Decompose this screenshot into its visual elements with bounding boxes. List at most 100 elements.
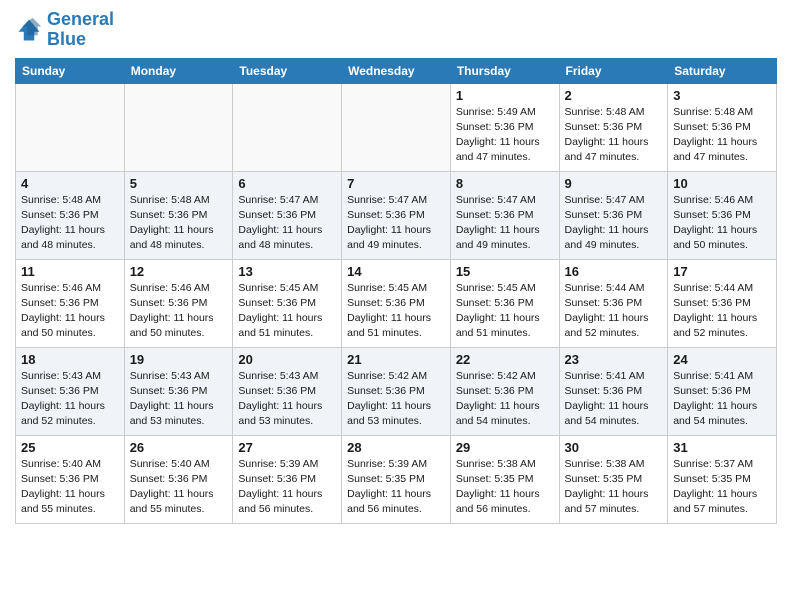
- calendar-week-2: 4 Sunrise: 5:48 AM Sunset: 5:36 PM Daylig…: [16, 171, 777, 259]
- calendar-cell: [124, 83, 233, 171]
- weekday-header-saturday: Saturday: [668, 58, 777, 83]
- day-number: 27: [238, 440, 336, 455]
- calendar-cell: 31 Sunrise: 5:37 AM Sunset: 5:35 PM Dayli…: [668, 435, 777, 523]
- logo: General Blue: [15, 10, 114, 50]
- day-info: Sunrise: 5:45 AM Sunset: 5:36 PM Dayligh…: [347, 281, 445, 342]
- day-number: 11: [21, 264, 119, 279]
- weekday-header-row: SundayMondayTuesdayWednesdayThursdayFrid…: [16, 58, 777, 83]
- day-number: 4: [21, 176, 119, 191]
- weekday-header-monday: Monday: [124, 58, 233, 83]
- calendar-week-5: 25 Sunrise: 5:40 AM Sunset: 5:36 PM Dayli…: [16, 435, 777, 523]
- calendar-cell: [342, 83, 451, 171]
- day-number: 1: [456, 88, 554, 103]
- day-number: 18: [21, 352, 119, 367]
- logo-text: General Blue: [47, 10, 114, 50]
- day-info: Sunrise: 5:48 AM Sunset: 5:36 PM Dayligh…: [565, 105, 663, 166]
- day-info: Sunrise: 5:46 AM Sunset: 5:36 PM Dayligh…: [21, 281, 119, 342]
- day-info: Sunrise: 5:47 AM Sunset: 5:36 PM Dayligh…: [565, 193, 663, 254]
- calendar-cell: 16 Sunrise: 5:44 AM Sunset: 5:36 PM Dayli…: [559, 259, 668, 347]
- day-info: Sunrise: 5:41 AM Sunset: 5:36 PM Dayligh…: [565, 369, 663, 430]
- weekday-header-sunday: Sunday: [16, 58, 125, 83]
- calendar-cell: 25 Sunrise: 5:40 AM Sunset: 5:36 PM Dayli…: [16, 435, 125, 523]
- calendar-cell: 1Sunrise: 5:49 AM Sunset: 5:36 PM Daylig…: [450, 83, 559, 171]
- calendar-cell: 15 Sunrise: 5:45 AM Sunset: 5:36 PM Dayli…: [450, 259, 559, 347]
- day-number: 24: [673, 352, 771, 367]
- day-info: Sunrise: 5:44 AM Sunset: 5:36 PM Dayligh…: [673, 281, 771, 342]
- weekday-header-friday: Friday: [559, 58, 668, 83]
- day-number: 20: [238, 352, 336, 367]
- day-number: 13: [238, 264, 336, 279]
- calendar-cell: 10Sunrise: 5:46 AM Sunset: 5:36 PM Dayli…: [668, 171, 777, 259]
- page-header: General Blue: [15, 10, 777, 50]
- day-number: 5: [130, 176, 228, 191]
- calendar-cell: 29 Sunrise: 5:38 AM Sunset: 5:35 PM Dayli…: [450, 435, 559, 523]
- day-number: 26: [130, 440, 228, 455]
- calendar-cell: 24Sunrise: 5:41 AM Sunset: 5:36 PM Dayli…: [668, 347, 777, 435]
- calendar-cell: 12 Sunrise: 5:46 AM Sunset: 5:36 PM Dayli…: [124, 259, 233, 347]
- day-number: 30: [565, 440, 663, 455]
- calendar-cell: 4 Sunrise: 5:48 AM Sunset: 5:36 PM Daylig…: [16, 171, 125, 259]
- day-number: 2: [565, 88, 663, 103]
- calendar-week-1: 1Sunrise: 5:49 AM Sunset: 5:36 PM Daylig…: [16, 83, 777, 171]
- day-number: 14: [347, 264, 445, 279]
- day-number: 9: [565, 176, 663, 191]
- day-number: 23: [565, 352, 663, 367]
- day-info: Sunrise: 5:47 AM Sunset: 5:36 PM Dayligh…: [238, 193, 336, 254]
- calendar-cell: 19 Sunrise: 5:43 AM Sunset: 5:36 PM Dayli…: [124, 347, 233, 435]
- day-info: Sunrise: 5:44 AM Sunset: 5:36 PM Dayligh…: [565, 281, 663, 342]
- day-info: Sunrise: 5:39 AM Sunset: 5:36 PM Dayligh…: [238, 457, 336, 518]
- day-info: Sunrise: 5:47 AM Sunset: 5:36 PM Dayligh…: [456, 193, 554, 254]
- day-number: 16: [565, 264, 663, 279]
- day-number: 3: [673, 88, 771, 103]
- logo-icon: [15, 16, 43, 44]
- day-number: 21: [347, 352, 445, 367]
- day-info: Sunrise: 5:46 AM Sunset: 5:36 PM Dayligh…: [673, 193, 771, 254]
- calendar-cell: 3Sunrise: 5:48 AM Sunset: 5:36 PM Daylig…: [668, 83, 777, 171]
- calendar-cell: 8 Sunrise: 5:47 AM Sunset: 5:36 PM Daylig…: [450, 171, 559, 259]
- calendar-cell: 17Sunrise: 5:44 AM Sunset: 5:36 PM Dayli…: [668, 259, 777, 347]
- calendar-cell: 23 Sunrise: 5:41 AM Sunset: 5:36 PM Dayli…: [559, 347, 668, 435]
- day-info: Sunrise: 5:48 AM Sunset: 5:36 PM Dayligh…: [21, 193, 119, 254]
- day-info: Sunrise: 5:38 AM Sunset: 5:35 PM Dayligh…: [565, 457, 663, 518]
- day-number: 28: [347, 440, 445, 455]
- calendar-cell: 28 Sunrise: 5:39 AM Sunset: 5:35 PM Dayli…: [342, 435, 451, 523]
- day-info: Sunrise: 5:42 AM Sunset: 5:36 PM Dayligh…: [347, 369, 445, 430]
- calendar-cell: 2 Sunrise: 5:48 AM Sunset: 5:36 PM Daylig…: [559, 83, 668, 171]
- day-info: Sunrise: 5:45 AM Sunset: 5:36 PM Dayligh…: [238, 281, 336, 342]
- weekday-header-wednesday: Wednesday: [342, 58, 451, 83]
- calendar-cell: [233, 83, 342, 171]
- calendar-cell: 5 Sunrise: 5:48 AM Sunset: 5:36 PM Daylig…: [124, 171, 233, 259]
- weekday-header-tuesday: Tuesday: [233, 58, 342, 83]
- calendar-cell: 14 Sunrise: 5:45 AM Sunset: 5:36 PM Dayli…: [342, 259, 451, 347]
- day-number: 25: [21, 440, 119, 455]
- calendar-cell: 21 Sunrise: 5:42 AM Sunset: 5:36 PM Dayli…: [342, 347, 451, 435]
- calendar-cell: 27 Sunrise: 5:39 AM Sunset: 5:36 PM Dayli…: [233, 435, 342, 523]
- day-number: 15: [456, 264, 554, 279]
- calendar-cell: 9 Sunrise: 5:47 AM Sunset: 5:36 PM Daylig…: [559, 171, 668, 259]
- calendar-cell: 26 Sunrise: 5:40 AM Sunset: 5:36 PM Dayli…: [124, 435, 233, 523]
- day-number: 6: [238, 176, 336, 191]
- calendar-week-3: 11 Sunrise: 5:46 AM Sunset: 5:36 PM Dayli…: [16, 259, 777, 347]
- day-number: 8: [456, 176, 554, 191]
- day-info: Sunrise: 5:43 AM Sunset: 5:36 PM Dayligh…: [130, 369, 228, 430]
- calendar-cell: [16, 83, 125, 171]
- day-info: Sunrise: 5:42 AM Sunset: 5:36 PM Dayligh…: [456, 369, 554, 430]
- calendar-cell: 7Sunrise: 5:47 AM Sunset: 5:36 PM Daylig…: [342, 171, 451, 259]
- day-info: Sunrise: 5:40 AM Sunset: 5:36 PM Dayligh…: [130, 457, 228, 518]
- calendar-cell: 22Sunrise: 5:42 AM Sunset: 5:36 PM Dayli…: [450, 347, 559, 435]
- calendar-cell: 18Sunrise: 5:43 AM Sunset: 5:36 PM Dayli…: [16, 347, 125, 435]
- day-number: 31: [673, 440, 771, 455]
- day-number: 29: [456, 440, 554, 455]
- calendar-cell: 6 Sunrise: 5:47 AM Sunset: 5:36 PM Daylig…: [233, 171, 342, 259]
- calendar-cell: 30 Sunrise: 5:38 AM Sunset: 5:35 PM Dayli…: [559, 435, 668, 523]
- day-info: Sunrise: 5:48 AM Sunset: 5:36 PM Dayligh…: [130, 193, 228, 254]
- day-info: Sunrise: 5:45 AM Sunset: 5:36 PM Dayligh…: [456, 281, 554, 342]
- calendar-cell: 13 Sunrise: 5:45 AM Sunset: 5:36 PM Dayli…: [233, 259, 342, 347]
- day-info: Sunrise: 5:38 AM Sunset: 5:35 PM Dayligh…: [456, 457, 554, 518]
- day-number: 12: [130, 264, 228, 279]
- day-info: Sunrise: 5:40 AM Sunset: 5:36 PM Dayligh…: [21, 457, 119, 518]
- day-info: Sunrise: 5:37 AM Sunset: 5:35 PM Dayligh…: [673, 457, 771, 518]
- day-number: 19: [130, 352, 228, 367]
- day-info: Sunrise: 5:39 AM Sunset: 5:35 PM Dayligh…: [347, 457, 445, 518]
- day-info: Sunrise: 5:46 AM Sunset: 5:36 PM Dayligh…: [130, 281, 228, 342]
